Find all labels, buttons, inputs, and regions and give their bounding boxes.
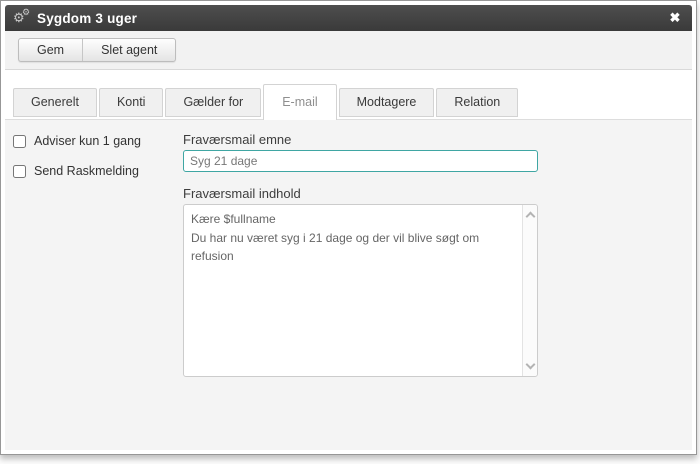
- scroll-down-icon[interactable]: [526, 360, 536, 370]
- body-textarea[interactable]: Kære $fullname Du har nu været syg i 21 …: [184, 205, 521, 376]
- send-raskmelding-label[interactable]: Send Raskmelding: [34, 164, 139, 178]
- dialog-titlebar[interactable]: ⚙ ⚙ Sygdom 3 uger ✖: [5, 5, 692, 31]
- email-form: Fraværsmail emne Fraværsmail indhold Kær…: [183, 132, 538, 377]
- subject-input[interactable]: [183, 150, 538, 172]
- subject-label: Fraværsmail emne: [183, 132, 538, 147]
- toolbar-button-group: Gem Slet agent: [18, 38, 176, 62]
- tab-bar: Generelt Konti Gælder for E-mail Modtage…: [5, 70, 692, 120]
- send-raskmelding-checkbox[interactable]: [13, 165, 26, 178]
- scroll-up-icon[interactable]: [526, 212, 536, 222]
- tab-email[interactable]: E-mail: [263, 84, 336, 120]
- dialog-toolbar: Gem Slet agent: [5, 31, 692, 70]
- tab-generelt[interactable]: Generelt: [13, 88, 97, 117]
- body-scrollbar[interactable]: [522, 205, 537, 376]
- tab-relation[interactable]: Relation: [436, 88, 518, 117]
- advise-once-checkbox[interactable]: [13, 135, 26, 148]
- send-raskmelding-row: Send Raskmelding: [13, 164, 139, 178]
- advise-once-label[interactable]: Adviser kun 1 gang: [34, 134, 141, 148]
- gears-icon: ⚙ ⚙: [13, 9, 33, 27]
- dialog-title: Sygdom 3 uger: [37, 11, 137, 26]
- email-tab-panel: Adviser kun 1 gang Send Raskmelding Frav…: [5, 120, 692, 450]
- save-button[interactable]: Gem: [19, 39, 82, 61]
- close-icon[interactable]: ✖: [666, 9, 684, 27]
- tab-modtagere[interactable]: Modtagere: [339, 88, 435, 117]
- agent-dialog-window: ⚙ ⚙ Sygdom 3 uger ✖ Gem Slet agent Gener…: [0, 0, 697, 455]
- body-label: Fraværsmail indhold: [183, 186, 538, 201]
- tab-konti[interactable]: Konti: [99, 88, 164, 117]
- body-editor: Kære $fullname Du har nu været syg i 21 …: [183, 204, 538, 377]
- tab-gaelder-for[interactable]: Gælder for: [165, 88, 261, 117]
- delete-agent-button[interactable]: Slet agent: [82, 39, 175, 61]
- advise-once-row: Adviser kun 1 gang: [13, 134, 141, 148]
